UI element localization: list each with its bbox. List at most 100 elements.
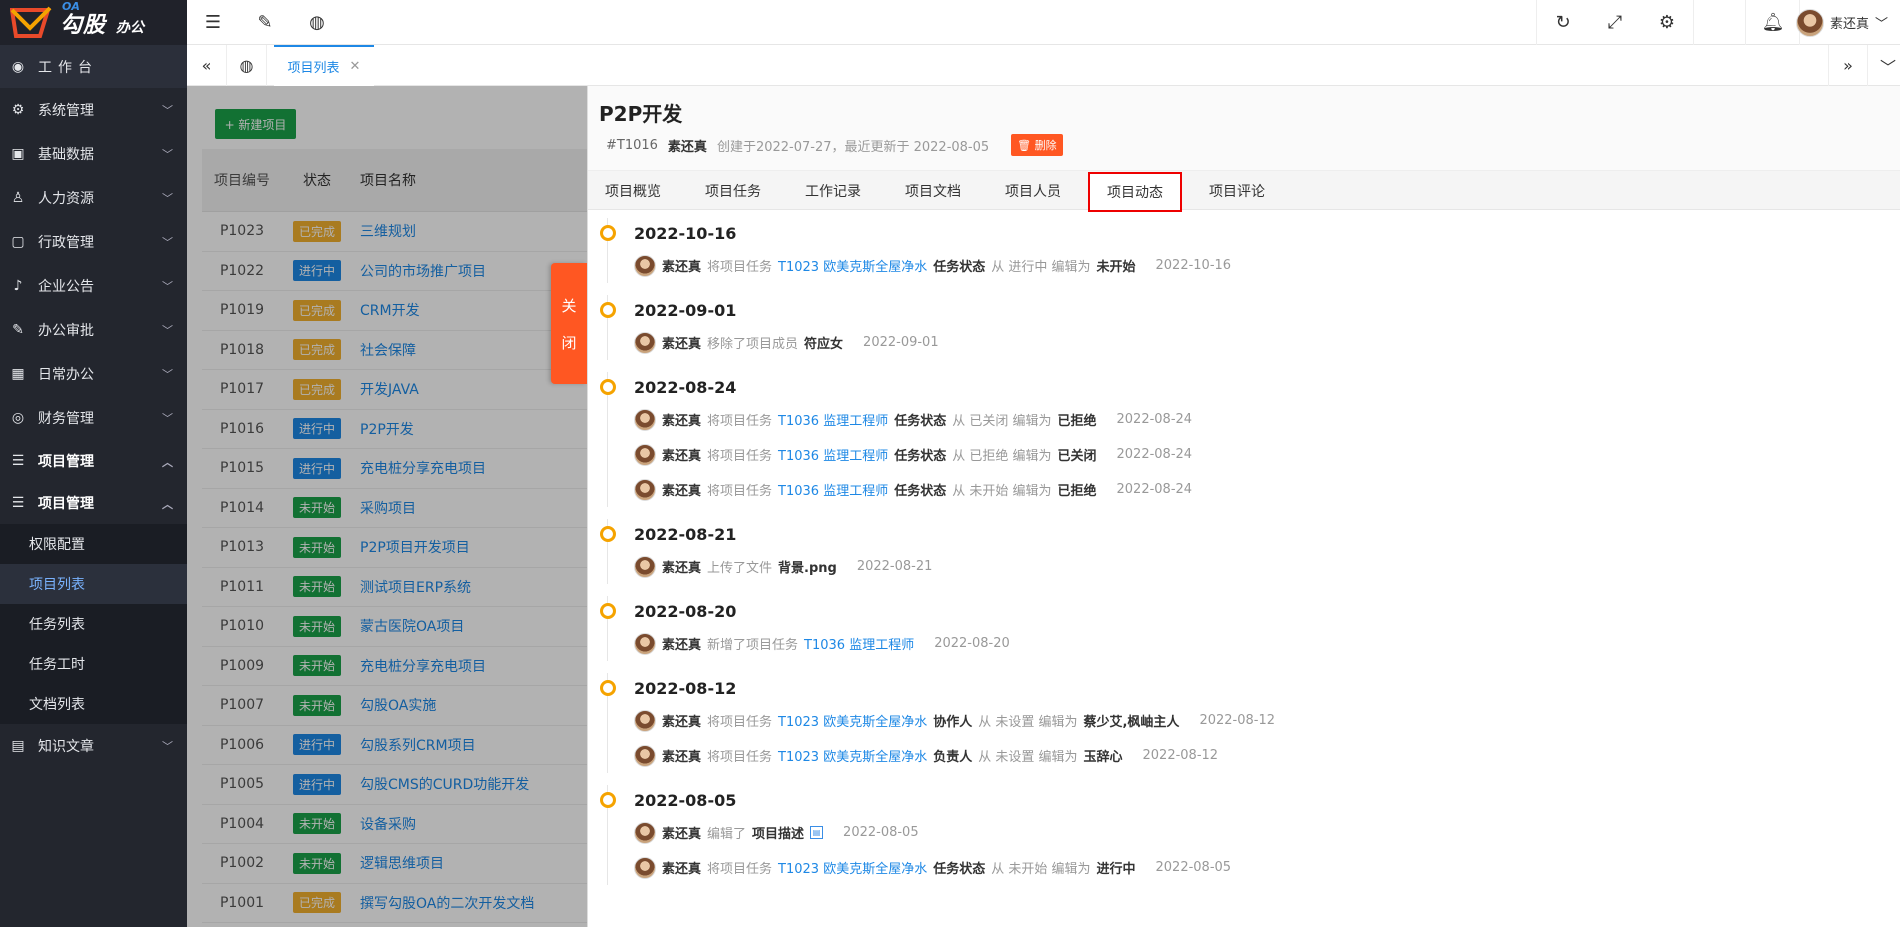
sidebar-item[interactable]: ◎ 财务管理 ﹀ — [0, 396, 187, 440]
drawer-tab[interactable]: 项目概览 — [588, 171, 678, 210]
task-link[interactable]: T1036 监理工程师 — [778, 445, 888, 464]
sidebar-item-workbench[interactable]: ◉ 工作台 — [0, 45, 187, 88]
drawer-tab[interactable]: 项目文档 — [888, 171, 978, 210]
timeline-date: 2022-08-12 — [634, 678, 737, 698]
avatar — [1795, 8, 1824, 37]
action-text: 从 未设置 编辑为 — [978, 715, 1078, 730]
sidebar-item-project-2[interactable]: ☰ 项目管理 ︿ — [0, 482, 187, 524]
project-dates: 创建于2022-07-27，最近更新于 2022-08-05 — [716, 139, 990, 155]
bell-icon: ♪ — [13, 278, 23, 294]
task-link[interactable]: T1036 监理工程师 — [778, 480, 888, 499]
timeline-group: 2022-08-21 素还真 上传了文件 背景.png 2022-08-21 — [588, 519, 1900, 584]
actor-name: 素还真 — [662, 561, 702, 576]
sidebar-item[interactable]: ♙ 人力资源 ﹀ — [0, 176, 187, 220]
chevron-up-icon: ︿ — [162, 456, 173, 469]
timeline-dot-icon — [600, 526, 616, 542]
delete-button[interactable]: 🗑︎ 删除 — [1011, 134, 1063, 156]
sidebar-item[interactable]: ⚙ 系统管理 ﹀ — [0, 88, 187, 132]
action-text: 将项目任务 — [707, 260, 773, 275]
close-drawer-button[interactable]: 关 闭 — [551, 263, 587, 384]
tabs-menu-icon[interactable]: ﹀ — [1868, 45, 1900, 86]
tab-project-list[interactable]: 项目列表 ✕ — [274, 45, 374, 86]
refresh-icon[interactable]: ↻ — [1537, 0, 1589, 45]
user-menu[interactable]: 素还真 ﹀ — [1795, 0, 1888, 45]
sidebar-item-knowledge[interactable]: ▤ 知识文章 ﹀ — [0, 724, 187, 768]
actor-name: 素还真 — [662, 484, 702, 499]
log-time: 2022-08-20 — [934, 636, 1010, 651]
field-value: 任务状态 — [933, 862, 986, 877]
chevron-down-icon: ﹀ — [162, 104, 173, 117]
sidebar-item[interactable]: ✎ 办公审批 ﹀ — [0, 308, 187, 352]
timeline-group: 2022-08-20 素还真 新增了项目任务 T1036 监理工程师 2022-08-2… — [588, 596, 1900, 661]
log-time: 2022-10-16 — [1155, 258, 1232, 273]
database-icon: ▣ — [11, 146, 25, 162]
timeline-dot-icon — [600, 302, 616, 318]
home-icon[interactable]: ◍ — [227, 45, 267, 86]
sidebar-item[interactable]: ▢ 行政管理 ﹀ — [0, 220, 187, 264]
brand-logo[interactable]: 勾股 办公 OA — [0, 0, 187, 45]
approve-icon: ✎ — [12, 322, 24, 338]
log-time: 2022-08-12 — [1199, 713, 1275, 728]
divider — [1745, 0, 1746, 45]
document-icon[interactable]: ▤ — [810, 826, 824, 839]
gear-icon[interactable]: ⚙ — [1641, 0, 1693, 45]
task-link[interactable]: T1023 欧美克斯全屋净水 — [778, 256, 927, 275]
action-text: 将项目任务 — [707, 449, 773, 464]
sidebar-item-label: 工作台 — [38, 59, 98, 76]
action-text: 将项目任务 — [707, 715, 773, 730]
chevron-down-icon: ﹀ — [162, 368, 173, 381]
globe-icon[interactable]: ◍ — [291, 0, 343, 45]
tabs-scroll-right-icon[interactable]: » — [1828, 45, 1868, 86]
action-text: 从 未开始 编辑为 — [991, 862, 1091, 877]
actor-name: 素还真 — [662, 750, 702, 765]
sidebar-item[interactable]: ▦ 日常办公 ﹀ — [0, 352, 187, 396]
action-text: 将项目任务 — [707, 484, 773, 499]
log-time: 2022-09-01 — [863, 335, 939, 350]
action-text: 编辑了 — [707, 827, 747, 842]
tabs-scroll-left-icon[interactable]: « — [187, 45, 227, 86]
bell-icon[interactable]: 🔔︎ — [1747, 0, 1799, 45]
submenu-item[interactable]: 任务列表 — [0, 604, 187, 644]
field-value: 蔡少艾,枫岫主人 — [1083, 715, 1180, 730]
submenu-item[interactable]: 文档列表 — [0, 684, 187, 724]
menu-fold-icon[interactable]: ☰ — [187, 0, 239, 45]
sidebar-item-project-1[interactable]: ☰ 项目管理 ︿ — [0, 440, 187, 482]
action-text: 新增了项目任务 — [707, 638, 799, 653]
submenu-item[interactable]: 项目列表 — [0, 564, 187, 604]
timeline-dot-icon — [600, 792, 616, 808]
task-link[interactable]: T1023 欧美克斯全屋净水 — [778, 746, 927, 765]
close-icon[interactable]: ✕ — [350, 59, 361, 74]
timeline-dot-icon — [600, 603, 616, 619]
submenu-item[interactable]: 权限配置 — [0, 524, 187, 564]
field-value: 已拒绝 — [1057, 414, 1097, 429]
task-link[interactable]: T1036 监理工程师 — [804, 634, 914, 653]
sidebar-item-label: 人力资源 — [38, 191, 94, 207]
chevron-down-icon: ﹀ — [162, 324, 173, 337]
task-link[interactable]: T1023 欧美克斯全屋净水 — [778, 858, 927, 877]
fullscreen-icon[interactable]: ⤢ — [1589, 0, 1641, 45]
project-owner: 素还真 — [667, 139, 707, 155]
clear-cache-icon[interactable]: ✎ — [239, 0, 291, 45]
drawer-tab[interactable]: 工作记录 — [788, 171, 878, 210]
sidebar-item-label: 日常办公 — [38, 367, 94, 383]
drawer-tab[interactable]: 项目动态 — [1088, 172, 1182, 212]
sidebar-item[interactable]: ▣ 基础数据 ﹀ — [0, 132, 187, 176]
drawer-tab[interactable]: 项目评论 — [1192, 171, 1282, 210]
task-link[interactable]: T1036 监理工程师 — [778, 410, 888, 429]
drawer-header: P2P开发 #T1016 素还真 创建于2022-07-27，最近更新于 202… — [588, 86, 1900, 171]
actor-name: 素还真 — [662, 337, 702, 352]
action-text: 从 已拒绝 编辑为 — [952, 449, 1052, 464]
actor-name: 素还真 — [662, 260, 702, 275]
dashboard-icon: ◉ — [11, 58, 25, 75]
sidebar-item[interactable]: ♪ 企业公告 ﹀ — [0, 264, 187, 308]
drawer-tab[interactable]: 项目任务 — [688, 171, 778, 210]
trash-icon: 🗑︎ — [1017, 139, 1032, 152]
timeline-group: 2022-08-24 素还真 将项目任务 T1036 监理工程师 任务状态从 已关闭 编… — [588, 372, 1900, 507]
submenu-item[interactable]: 任务工时 — [0, 644, 187, 684]
task-link[interactable]: T1023 欧美克斯全屋净水 — [778, 711, 927, 730]
activity-log: 素还真 新增了项目任务 T1036 监理工程师 2022-08-20 — [634, 626, 1900, 661]
activity-log: 素还真 移除了项目成员 符应女 2022-09-01 — [634, 325, 1900, 360]
user-name: 素还真 — [1829, 17, 1869, 32]
person-icon: ♙ — [11, 190, 25, 206]
drawer-tab[interactable]: 项目人员 — [988, 171, 1078, 210]
